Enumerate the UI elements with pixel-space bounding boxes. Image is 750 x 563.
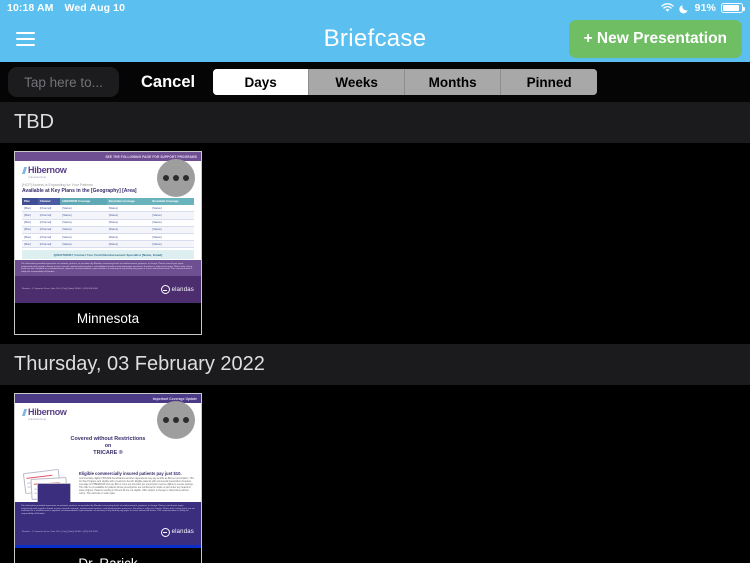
table-cell: [Plan] [22,226,38,233]
elandas-logo-text: elandas [172,287,194,293]
slide-address: Elandas • 1 Corporate Drive, Suite 100 •… [22,531,98,534]
moon-icon [679,3,690,14]
table-cell: [Plan] [22,233,38,240]
table-cell: [Status] [107,205,151,212]
table-row: [Plan][Channel][Status][Status][Status] [22,205,194,212]
questions-banner: QUESTIONS? Contact Your Field Reimbursem… [22,250,194,259]
col-hibernow-coverage: HIBERNOW Coverage [60,198,106,205]
table-cell: [Status] [150,241,194,248]
table-cell: [Channel] [38,241,61,248]
elandas-mark-icon [161,528,170,537]
table-cell: [Status] [107,219,151,226]
status-bar: 10:18 AM Wed Aug 10 91% [0,0,750,16]
table-cell: [Status] [150,233,194,240]
table-cell: [Status] [60,241,106,248]
segment-pinned[interactable]: Pinned [501,69,597,95]
table-cell: [Status] [107,212,151,219]
table-cell: [Status] [150,219,194,226]
table-cell: [Channel] [38,226,61,233]
col-biosimilar-coverage-2: Biosimilar Coverage [150,198,194,205]
table-cell: [Plan] [22,241,38,248]
table-cell: [Status] [107,226,151,233]
presentation-card-dr-rarick[interactable]: Important Coverage Update Hibernow (tran… [14,393,202,563]
table-cell: [Channel] [38,219,61,226]
table-row: [Plan][Channel][Status][Status][Status] [22,226,194,233]
table-row: [Plan][Channel][Status][Status][Status] [22,241,194,248]
col-biosimilar-coverage-1: Biosimilar Coverage [107,198,151,205]
battery-percent: 91% [695,2,716,14]
search-toolbar: Tap here to... Cancel Days Weeks Months … [0,62,750,102]
search-input[interactable]: Tap here to... [8,67,119,97]
section-header-tbd: TBD [0,102,750,143]
slide-headline-line-2: on [22,443,194,450]
elandas-mark-icon [161,285,170,294]
elandas-logo: elandas [161,285,194,294]
table-cell: [Status] [107,241,151,248]
brand-subtitle: (transdermine) [28,176,67,179]
wifi-icon [661,3,674,13]
brand-name: Hibernow [28,165,67,175]
coverage-table: Plan Channel HIBERNOW Coverage Biosimila… [22,198,194,248]
table-row: [Plan][Channel][Status][Status][Status] [22,219,194,226]
table-row: [Plan][Channel][Status][Status][Status] [22,233,194,240]
section-header-date: Thursday, 03 February 2022 [0,344,750,385]
brand-subtitle: (transdermine) [28,418,67,421]
table-cell: [Status] [107,233,151,240]
table-cell: [Status] [150,205,194,212]
slide-legal: The information provided represents an e… [15,260,201,276]
presentation-thumbnail: SEE THE FOLLOWING PAGE FOR SUPPORT PROGR… [15,152,201,303]
coverage-table-body: [Plan][Channel][Status][Status][Status][… [22,205,194,248]
promo-headline: Eligible commercially insured patients p… [79,471,194,476]
segment-weeks[interactable]: Weeks [309,69,405,95]
slide-footer: Elandas • 1 Corporate Drive, Suite 100 •… [15,276,201,303]
brand-mark-icon [22,167,27,174]
table-cell: [Status] [150,212,194,219]
more-options-icon[interactable] [157,401,195,439]
elandas-logo: elandas [161,528,194,537]
table-cell: [Status] [60,212,106,219]
battery-icon [721,3,743,13]
table-cell: [Plan] [22,212,38,219]
segment-months[interactable]: Months [405,69,501,95]
brand-name: Hibernow [28,407,67,417]
table-cell: [Status] [60,233,106,240]
status-time: 10:18 AM [7,2,54,14]
brand-mark-icon [22,409,27,416]
presentation-card-label: Dr. Rarick [15,548,201,563]
promo-body: Commercially eligible TRICARE beneficiar… [79,478,194,495]
table-cell: [Channel] [38,212,61,219]
segment-days[interactable]: Days [213,69,309,95]
cancel-button[interactable]: Cancel [127,73,209,92]
presentation-card-minnesota[interactable]: SEE THE FOLLOWING PAGE FOR SUPPORT PROGR… [14,151,202,335]
savings-cards-graphic [22,471,74,501]
status-date: Wed Aug 10 [65,2,126,14]
more-options-icon[interactable] [157,159,195,197]
slide-footer: Elandas • 1 Corporate Drive, Suite 100 •… [15,519,201,545]
table-cell: [Status] [150,226,194,233]
slide-legal: The information provided represents an e… [15,502,201,519]
presentation-card-label: Minnesota [15,303,201,334]
col-plan: Plan [22,198,38,205]
slide-headline-line-3: TRICARE ® [22,450,194,457]
table-cell: [Status] [60,219,106,226]
presentation-thumbnail: Important Coverage Update Hibernow (tran… [15,394,201,545]
table-cell: [Status] [60,205,106,212]
card-row-date: Important Coverage Update Hibernow (tran… [0,385,750,563]
table-cell: [Status] [60,226,106,233]
table-cell: [Channel] [38,233,61,240]
col-channel: Channel [38,198,61,205]
slide-address: Elandas • 1 Corporate Drive, Suite 100 •… [22,288,98,291]
new-presentation-button[interactable]: + New Presentation [569,20,742,58]
navigation-bar: Briefcase + New Presentation [0,16,750,62]
table-cell: [Plan] [22,219,38,226]
table-row: [Plan][Channel][Status][Status][Status] [22,212,194,219]
hamburger-menu-icon[interactable] [8,22,42,56]
presentation-list[interactable]: TBD SEE THE FOLLOWING PAGE FOR SUPPORT P… [0,102,750,563]
elandas-logo-text: elandas [172,529,194,535]
card-row-tbd: SEE THE FOLLOWING PAGE FOR SUPPORT PROGR… [0,143,750,335]
table-cell: [Plan] [22,205,38,212]
time-filter-segmented-control: Days Weeks Months Pinned [213,69,597,95]
table-cell: [Channel] [38,205,61,212]
